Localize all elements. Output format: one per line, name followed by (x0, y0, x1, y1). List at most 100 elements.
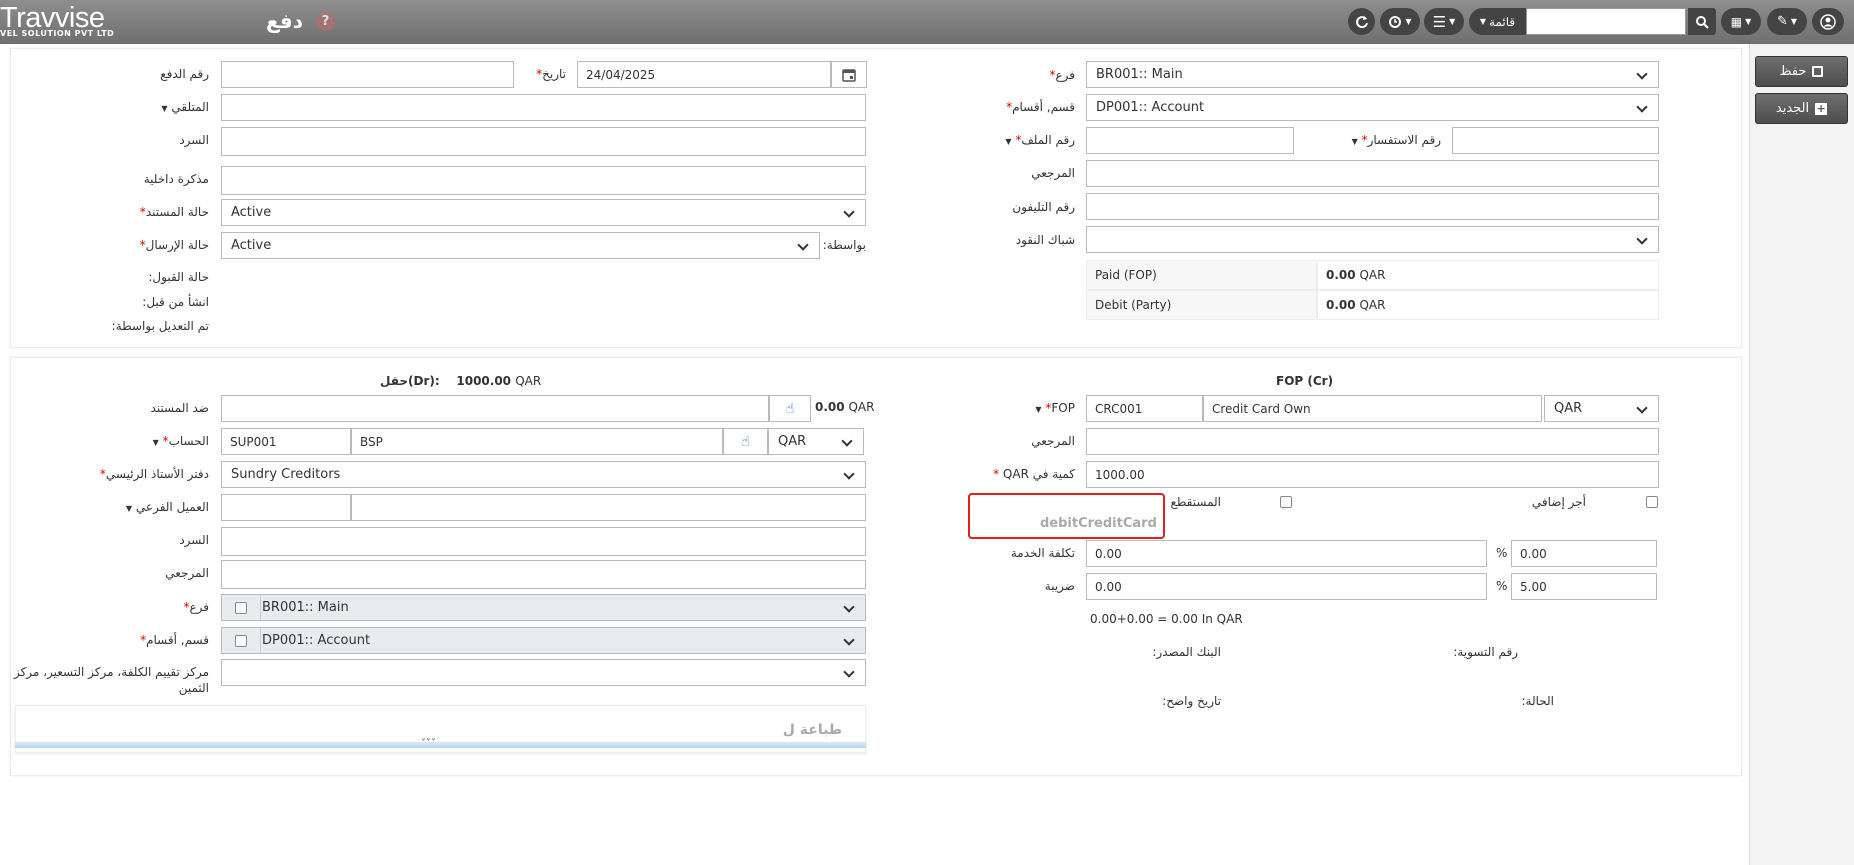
search-icon (1696, 15, 1709, 29)
print-for-label: طباعة ل (782, 722, 842, 738)
dr-dept-checkbox[interactable] (235, 635, 247, 647)
theme-button[interactable]: ✎ ▼ (1767, 8, 1807, 35)
hand-pointer-icon: ☝ (741, 433, 750, 450)
chevron-down-icon (1636, 233, 1648, 245)
dr-dept-select[interactable]: DP001:: Account (221, 627, 866, 654)
caret-down-icon: ▼ (1405, 17, 1412, 26)
language-button[interactable]: ▦ ▼ (1721, 8, 1761, 35)
fop-currency-select[interactable]: QAR (1544, 395, 1659, 422)
receiver-label: المتلقي ▼ (161, 100, 209, 114)
doc-status-label-text: حالة المستند (145, 205, 209, 219)
account-pick-button[interactable]: ☝ (723, 428, 768, 455)
cr-reference-input[interactable] (1086, 428, 1659, 455)
dr-branch-checkbox[interactable] (235, 602, 247, 614)
by-label: بواسطة: (822, 238, 866, 252)
paid-fop-value: 0.00 QAR (1317, 260, 1659, 290)
save-button[interactable]: حفظ (1755, 56, 1848, 87)
cash-counter-label: شباك النقود (1015, 233, 1075, 247)
against-doc-label: ضد المستند (150, 401, 209, 415)
help-icon[interactable]: ? (316, 12, 335, 31)
cost-center-select[interactable] (221, 659, 866, 686)
user-menu-button[interactable] (1812, 8, 1844, 35)
floppy-icon (1812, 66, 1824, 77)
dr-branch-label-text: فرع (189, 600, 209, 614)
ledger-label-text: دفتر الأستاذ الرئيسي (105, 467, 209, 481)
deduction-label: المستقطع (1170, 495, 1221, 509)
chevron-down-icon (843, 601, 855, 613)
caret-down-icon[interactable]: ▼ (1035, 405, 1041, 414)
debit-party-label: Debit (Party) (1086, 290, 1317, 320)
cash-counter-select[interactable] (1086, 226, 1659, 253)
phone-input[interactable] (1086, 193, 1659, 220)
payment-no-input[interactable] (221, 61, 514, 88)
account-code-input[interactable]: SUP001 (221, 428, 351, 455)
inquiry-no-input[interactable] (1452, 127, 1659, 154)
refresh-button[interactable] (1348, 8, 1375, 35)
divider (260, 595, 261, 620)
list-menu-button[interactable]: ☰ ▼ (1424, 8, 1464, 35)
print-expand-bar[interactable] (15, 742, 866, 748)
caret-down-icon[interactable]: ▼ (126, 504, 132, 513)
internal-memo-textarea[interactable] (221, 166, 866, 195)
internal-memo-label: مذكرة داخلية (143, 172, 209, 186)
dr-dept-label: قسم, أقسام* (140, 633, 209, 647)
dr-reference-textarea[interactable] (221, 560, 866, 589)
expand-chevrons-icon[interactable]: ˅˅˅ (421, 738, 436, 749)
extra-fee-checkbox[interactable] (1646, 496, 1658, 508)
menu-button[interactable]: ▼ قائمة (1469, 8, 1526, 35)
search-button[interactable] (1688, 8, 1716, 35)
caret-down-icon[interactable]: ▼ (1005, 137, 1011, 146)
doc-status-label: حالة المستند* (140, 205, 209, 219)
app-logo[interactable]: Travvise (0, 4, 105, 33)
deduction-checkbox[interactable] (1280, 496, 1292, 508)
source-bank-label: البنك المصدر: (1152, 645, 1221, 659)
caret-down-icon: ▼ (1479, 17, 1487, 26)
extra-fee-label: أجر إضافي (1531, 495, 1586, 509)
debit-party-currency: QAR (1359, 298, 1386, 312)
dr-narration-textarea[interactable] (221, 527, 866, 556)
dr-branch-select[interactable]: BR001:: Main (221, 594, 866, 621)
top-reference-input[interactable] (1086, 160, 1659, 187)
chevron-down-icon (797, 239, 809, 251)
tax-input[interactable]: 0.00 (1086, 573, 1487, 600)
dr-branch-value: BR001:: Main (262, 600, 349, 615)
tax-pct-input[interactable]: 5.00 (1511, 573, 1657, 600)
service-pct-input[interactable]: 0.00 (1511, 540, 1657, 567)
date-input[interactable]: 24/04/2025 (577, 61, 831, 88)
menu-label: قائمة (1489, 14, 1516, 29)
fop-name-input[interactable]: Credit Card Own (1203, 395, 1542, 422)
branch-select[interactable]: BR001:: Main (1086, 61, 1659, 88)
against-doc-pick-button[interactable]: ☝ (769, 395, 811, 422)
sub-customer-code-input[interactable] (221, 494, 351, 521)
debit-party-amount: 0.00 (1326, 298, 1356, 312)
dr-section-title: حقل(Dr): 1000.00 QAR (380, 374, 541, 388)
branch-value: BR001:: Main (1096, 67, 1183, 82)
dr-title-amount: 1000.00 (456, 374, 512, 388)
file-no-input[interactable] (1086, 127, 1294, 154)
ledger-select[interactable]: Sundry Creditors (221, 461, 866, 488)
against-doc-input[interactable] (221, 395, 769, 422)
account-currency-select[interactable]: QAR (768, 428, 864, 455)
settlement-no-label: رقم التسوية: (1453, 645, 1518, 659)
new-button[interactable]: الجديد + (1755, 93, 1848, 124)
receiver-input[interactable] (221, 94, 866, 121)
dr-branch-label: فرع* (183, 600, 209, 614)
doc-status-select[interactable]: Active (221, 199, 866, 226)
fop-code-input[interactable]: CRC001 (1086, 395, 1203, 422)
dept-select[interactable]: DP001:: Account (1086, 94, 1659, 121)
sub-customer-name-input[interactable] (351, 494, 866, 521)
send-status-select[interactable]: Active (221, 232, 820, 259)
caret-down-icon[interactable]: ▼ (161, 104, 167, 113)
search-input[interactable] (1526, 8, 1686, 35)
caret-down-icon[interactable]: ▼ (1352, 137, 1358, 146)
account-name-input[interactable]: BSP (351, 428, 723, 455)
history-button[interactable]: ▼ (1380, 8, 1420, 35)
caret-down-icon[interactable]: ▼ (153, 438, 159, 447)
amount-input[interactable]: 1000.00 (1086, 461, 1659, 488)
narration-textarea[interactable] (221, 127, 866, 156)
date-picker-button[interactable] (831, 61, 867, 88)
service-cost-input[interactable]: 0.00 (1086, 540, 1487, 567)
cost-center-label-line1: مركز تقييم الكلفة، مركز التسعير، مركز (13, 665, 209, 679)
caret-down-icon: ▼ (1449, 17, 1456, 26)
new-label: الجديد (1775, 101, 1810, 116)
